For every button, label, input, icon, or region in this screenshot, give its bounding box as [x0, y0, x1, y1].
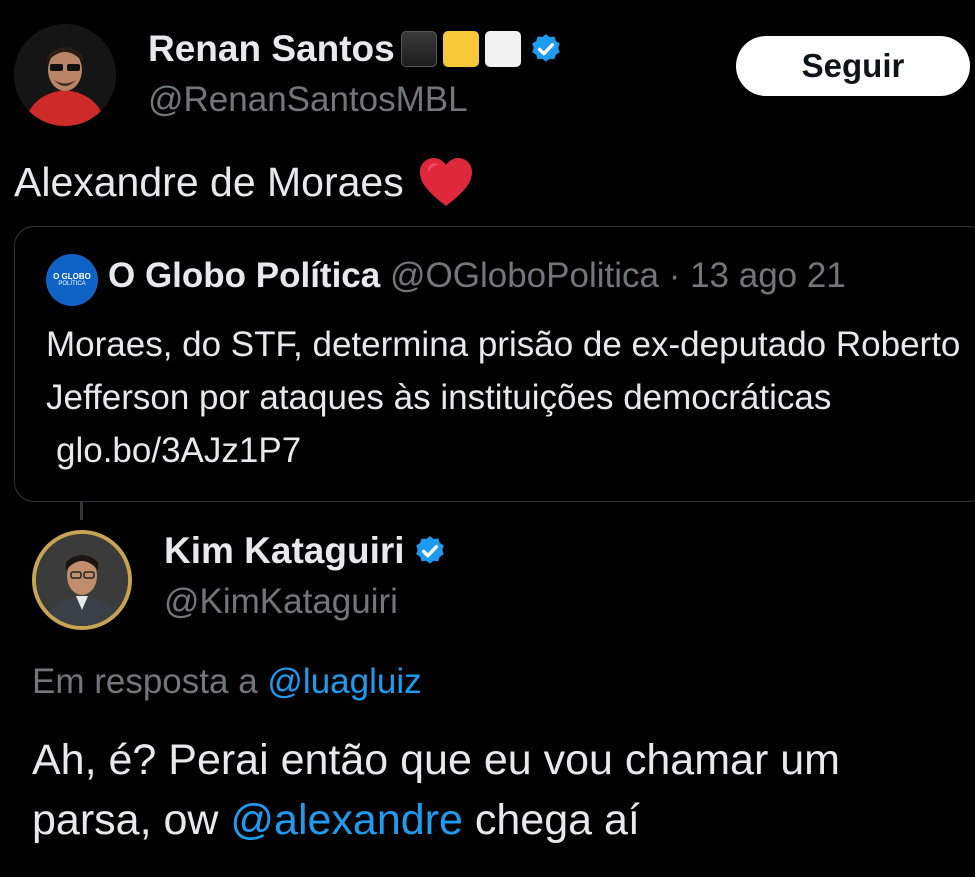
quoted-handle[interactable]: @OGloboPolitica	[390, 256, 659, 295]
verified-badge-icon	[415, 536, 444, 564]
tweet-text-part2: chega aí	[474, 796, 640, 844]
reply-context: Em resposta a @luagluiz	[32, 662, 422, 702]
quoted-header: O Globo Política @OGloboPolitica · 13 ag…	[108, 256, 846, 296]
yellow-square-emoji-icon	[442, 31, 479, 67]
quoted-avatar-text-bottom: POLÍTICA	[58, 281, 86, 288]
display-name-text[interactable]: Kim Kataguiri	[164, 530, 405, 572]
tweet-text: Alexandre de Moraes	[14, 156, 474, 208]
quoted-avatar[interactable]: O GLOBO POLÍTICA	[46, 254, 98, 306]
quoted-date[interactable]: 13 ago 21	[690, 256, 846, 295]
white-square-emoji-icon	[484, 31, 521, 67]
quoted-text-content: Moraes, do STF, determina prisão de ex-d…	[46, 325, 961, 417]
black-square-emoji-icon	[400, 31, 437, 67]
display-name-text[interactable]: Renan Santos	[148, 28, 395, 70]
quoted-avatar-text-top: O GLOBO	[53, 271, 91, 281]
tweet-text-content: Alexandre de Moraes	[14, 158, 404, 205]
quoted-text: Moraes, do STF, determina prisão de ex-d…	[46, 318, 966, 477]
quoted-link[interactable]: glo.bo/3AJz1P7	[56, 431, 301, 470]
display-name[interactable]: Kim Kataguiri	[164, 530, 447, 572]
quoted-separator: ·	[668, 256, 681, 295]
reply-handle-link[interactable]: @luagluiz	[267, 662, 421, 701]
user-handle[interactable]: @RenanSantosMBL	[148, 80, 468, 120]
avatar[interactable]	[32, 530, 132, 630]
reply-prefix: Em resposta a	[32, 662, 258, 701]
avatar[interactable]	[14, 24, 116, 126]
quoted-display-name[interactable]: O Globo Política	[108, 256, 380, 295]
red-heart-emoji-icon	[419, 158, 472, 206]
tweet-text: Ah, é? Perai então que eu vou chamar um …	[32, 730, 962, 850]
thread-connector-line	[80, 502, 83, 520]
user-handle[interactable]: @KimKataguiri	[164, 582, 398, 622]
verified-badge-icon	[531, 34, 560, 62]
follow-button[interactable]: Seguir	[736, 36, 970, 96]
display-name[interactable]: Renan Santos	[148, 28, 563, 70]
mention-link[interactable]: @alexandre	[230, 796, 463, 844]
